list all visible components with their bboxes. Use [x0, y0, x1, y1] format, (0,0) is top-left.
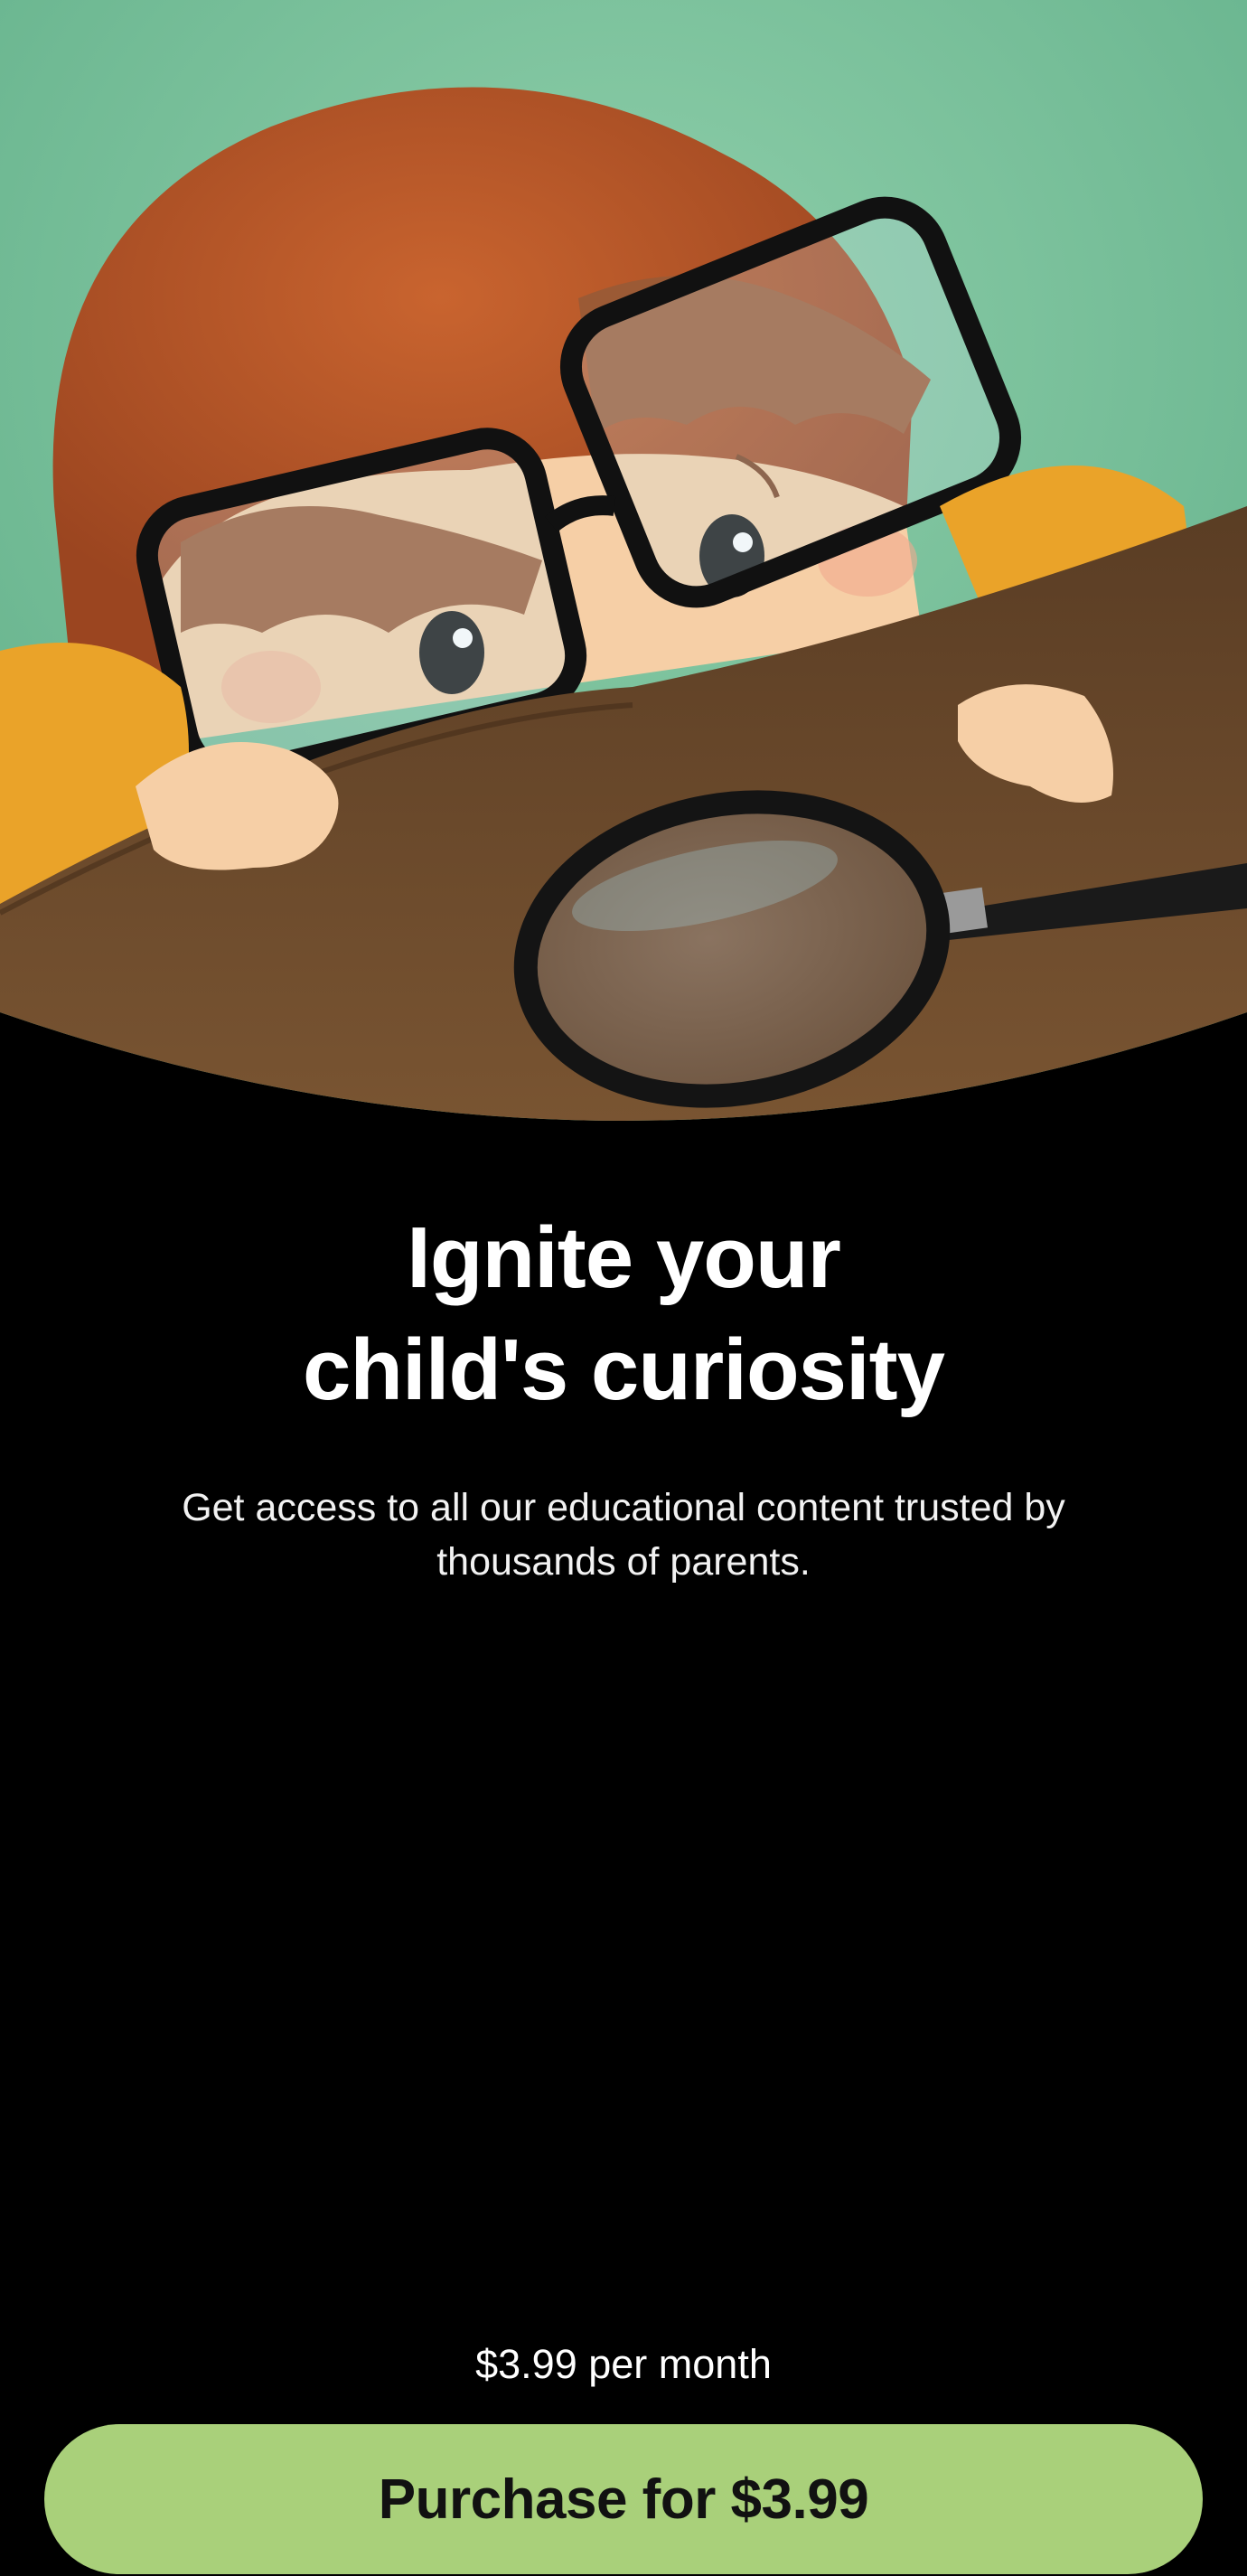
hero-illustration — [0, 0, 1247, 1139]
purchase-button[interactable]: Purchase for $3.99 — [44, 2424, 1203, 2574]
purchase-button-label: Purchase for $3.99 — [378, 2468, 869, 2531]
subtitle-line-2: thousands of parents. — [436, 1540, 811, 1584]
price-label: $3.99 per month — [475, 2341, 772, 2387]
headline-line-1: Ignite your — [407, 1209, 841, 1306]
page-title: Ignite your child's curiosity — [0, 1202, 1247, 1426]
headline-line-2: child's curiosity — [302, 1321, 945, 1418]
child-with-magnifier-illustration — [0, 0, 1247, 1121]
subtitle-line-1: Get access to all our educational conten… — [182, 1486, 1065, 1529]
subtitle: Get access to all our educational conten… — [127, 1481, 1120, 1589]
